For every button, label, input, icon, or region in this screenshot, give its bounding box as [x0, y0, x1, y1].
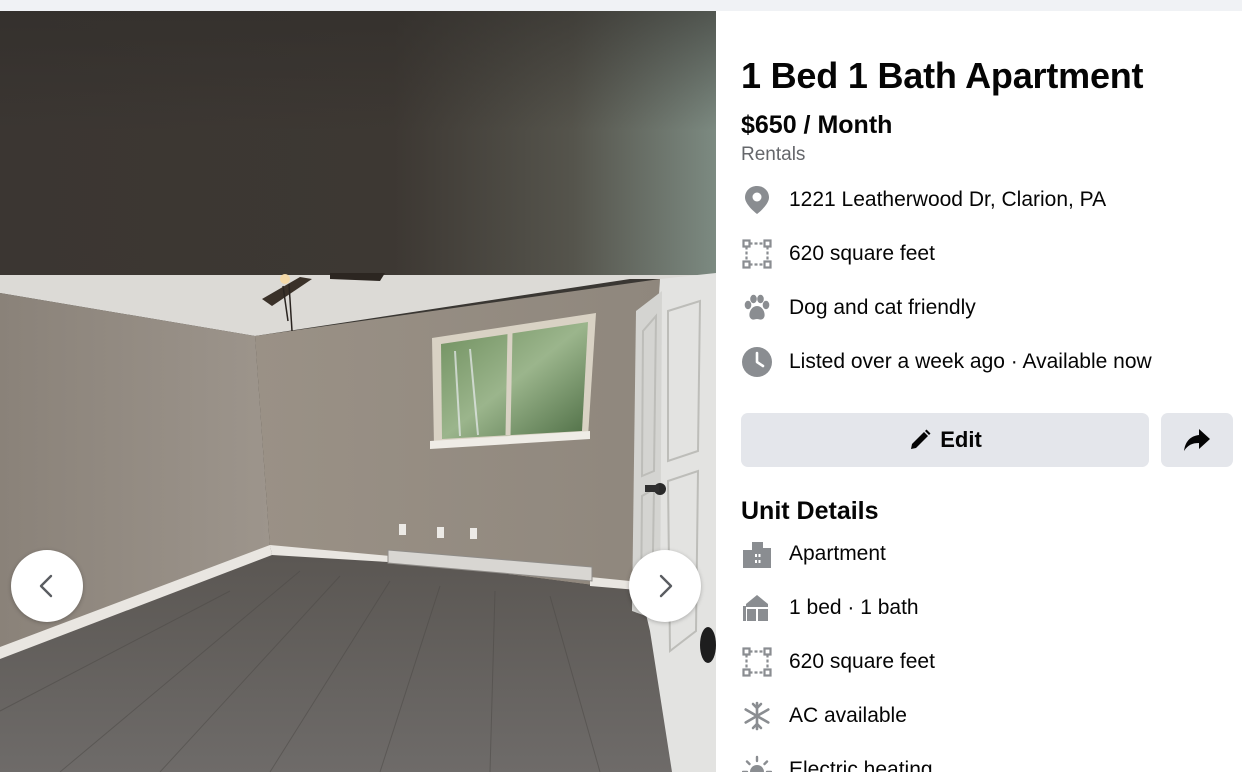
paw-icon: [741, 292, 773, 324]
info-row-pets: Dog and cat friendly: [741, 292, 976, 324]
previous-photo-button[interactable]: [11, 550, 83, 622]
unit-row-heating: Electric heating: [741, 754, 933, 772]
unit-row-area: 620 square feet: [741, 646, 935, 678]
info-row-location: 1221 Leatherwood Dr, Clarion, PA: [741, 184, 1106, 216]
share-arrow-icon: [1184, 429, 1210, 451]
location-text[interactable]: 1221 Leatherwood Dr, Clarion, PA: [789, 188, 1106, 212]
listing-price: $650 / Month: [741, 111, 893, 139]
listing-title: 1 Bed 1 Bath Apartment: [741, 55, 1144, 96]
snowflake-icon: [741, 700, 773, 732]
share-listing-button[interactable]: [1161, 413, 1233, 467]
unit-row-rooms: 1 bed · 1 bath: [741, 592, 919, 624]
unit-row-ac: AC available: [741, 700, 907, 732]
next-photo-button[interactable]: [629, 550, 701, 622]
unit-type-text: Apartment: [789, 542, 886, 565]
edit-listing-button[interactable]: Edit: [741, 413, 1149, 467]
chevron-right-icon: [659, 574, 673, 598]
rooms-text: 1 bed · 1 bath: [789, 596, 919, 619]
chevron-left-icon: [39, 574, 53, 598]
heating-text: Electric heating: [789, 758, 933, 772]
pencil-icon: [911, 429, 931, 449]
top-bar: [0, 0, 1242, 11]
listing-photo-viewer[interactable]: [0, 11, 716, 772]
square-footage-icon: [741, 238, 773, 270]
location-pin-icon: [741, 184, 773, 216]
building-icon: [741, 538, 773, 570]
info-row-listed: Listed over a week ago · Available now: [741, 346, 1152, 378]
area-text: 620 square feet: [789, 242, 935, 265]
info-row-area: 620 square feet: [741, 238, 935, 270]
clock-icon: [741, 346, 773, 378]
listed-text: Listed over a week ago · Available now: [789, 350, 1152, 373]
unit-row-type: Apartment: [741, 538, 886, 570]
sun-heat-icon: [741, 754, 773, 772]
unit-area-text: 620 square feet: [789, 650, 935, 673]
house-icon: [741, 592, 773, 624]
edit-button-label: Edit: [940, 427, 982, 452]
square-footage-icon: [741, 646, 773, 678]
listing-details-panel: 1 Bed 1 Bath Apartment $650 / Month Rent…: [716, 11, 1242, 772]
listing-category[interactable]: Rentals: [741, 144, 805, 166]
unit-details-heading: Unit Details: [741, 497, 879, 525]
ac-text: AC available: [789, 704, 907, 727]
listing-photo: [0, 11, 716, 772]
pets-text: Dog and cat friendly: [789, 296, 976, 319]
